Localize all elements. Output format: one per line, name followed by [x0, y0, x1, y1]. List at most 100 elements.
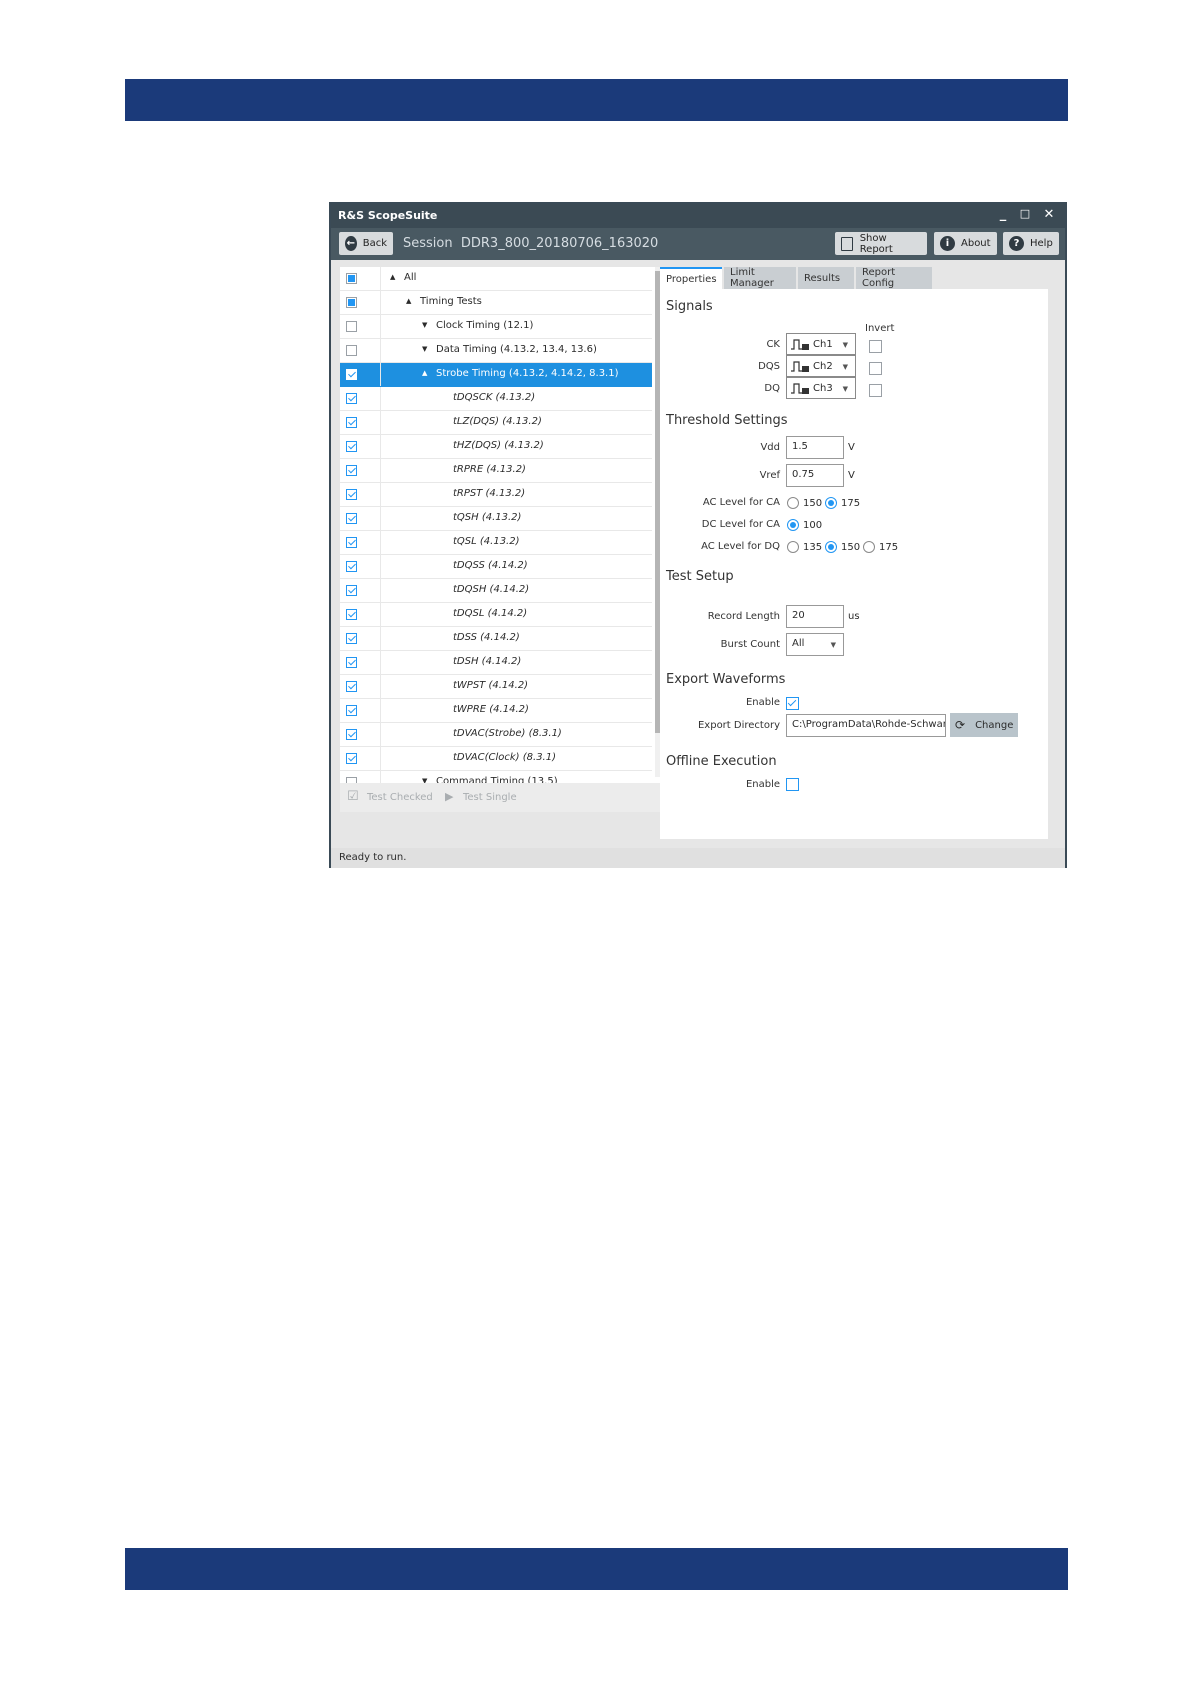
help-button[interactable]: ? Help	[1003, 232, 1059, 255]
ac-ca-label: AC Level for CA	[702, 497, 780, 508]
chevron-down-icon: ▼	[830, 641, 836, 649]
tree-row[interactable]: tRPST (4.13.2)	[340, 483, 652, 507]
tree-row[interactable]: tLZ(DQS) (4.13.2)	[340, 411, 652, 435]
tab-limit-manager[interactable]: Limit Manager	[724, 267, 796, 289]
expand-arrow-icon[interactable]: ▼	[422, 321, 427, 329]
export-enable-label: Enable	[745, 697, 780, 708]
tree-row-checkbox[interactable]	[346, 681, 357, 692]
export-enable-checkbox[interactable]	[786, 697, 799, 710]
tree-row-checkbox[interactable]	[346, 537, 357, 548]
tree-row[interactable]: tDSS (4.14.2)	[340, 627, 652, 651]
expand-arrow-icon[interactable]: ▼	[422, 345, 427, 353]
tree-row-checkbox[interactable]	[346, 273, 357, 284]
burst-count-value: All	[792, 638, 805, 649]
dc-ca-100-radio[interactable]	[787, 519, 799, 531]
tree-row[interactable]: tDVAC(Clock) (8.3.1)	[340, 747, 652, 771]
tree-row[interactable]: ▲ Strobe Timing (4.13.2, 4.14.2, 8.3.1)	[340, 363, 652, 387]
tree-row[interactable]: tDSH (4.14.2)	[340, 651, 652, 675]
tab-properties[interactable]: Properties	[660, 267, 722, 289]
tree-row-checkbox[interactable]	[346, 417, 357, 428]
dq-invert-checkbox[interactable]	[869, 384, 882, 397]
tree-row-checkbox[interactable]	[346, 441, 357, 452]
dq-label: DQ	[764, 383, 780, 394]
tree-row-checkbox[interactable]	[346, 657, 357, 668]
back-button[interactable]: ← Back	[339, 232, 393, 255]
minimize-button[interactable]: _	[995, 207, 1011, 222]
tree-row[interactable]: tDQSCK (4.13.2)	[340, 387, 652, 411]
test-single-button[interactable]: Test Single	[463, 792, 517, 803]
help-icon: ?	[1009, 236, 1024, 251]
tab-report-config[interactable]: Report Config	[856, 267, 932, 289]
tree-row[interactable]: tWPRE (4.14.2)	[340, 699, 652, 723]
tree-row-checkbox[interactable]	[346, 513, 357, 524]
tree-row[interactable]: ▲ All	[340, 267, 652, 291]
show-report-button[interactable]: Show Report	[835, 232, 927, 255]
tree-row-checkbox[interactable]	[346, 369, 357, 380]
tree-row-checkbox[interactable]	[346, 489, 357, 500]
about-button[interactable]: i About	[934, 232, 997, 255]
ac-dq-135-radio[interactable]	[787, 541, 799, 553]
ck-channel-select[interactable]: Ch1 ▼	[786, 333, 856, 355]
tree-row[interactable]: ▼ Clock Timing (12.1)	[340, 315, 652, 339]
tree-row[interactable]: tRPRE (4.13.2)	[340, 459, 652, 483]
offline-enable-checkbox[interactable]	[786, 778, 799, 791]
tree-row[interactable]: tDQSS (4.14.2)	[340, 555, 652, 579]
tree-row-checkbox[interactable]	[346, 561, 357, 572]
burst-count-select[interactable]: All ▼	[786, 633, 844, 656]
window-title: R&S ScopeSuite	[338, 209, 438, 222]
change-directory-button[interactable]: ⟳ Change	[950, 713, 1018, 737]
tree-row-checkbox[interactable]	[346, 465, 357, 476]
session-label: Session	[403, 236, 453, 251]
tree-row-checkbox[interactable]	[346, 345, 357, 356]
tree-row-checkbox[interactable]	[346, 585, 357, 596]
tree-row-checkbox[interactable]	[346, 609, 357, 620]
ac-dq-150-label: 150	[841, 542, 861, 553]
dqs-invert-checkbox[interactable]	[869, 362, 882, 375]
tree-row-checkbox[interactable]	[346, 393, 357, 404]
ac-ca-175-radio[interactable]	[825, 497, 837, 509]
offline-execution-heading: Offline Execution	[666, 754, 777, 769]
tree-row-label: tDSH (4.14.2)	[453, 656, 522, 667]
maximize-button[interactable]: □	[1017, 207, 1033, 220]
tree-row[interactable]: tDQSH (4.14.2)	[340, 579, 652, 603]
ac-ca-150-radio[interactable]	[787, 497, 799, 509]
tree-row-checkbox[interactable]	[346, 729, 357, 740]
tree-row-label: tQSL (4.13.2)	[453, 536, 520, 547]
vref-input[interactable]: 0.75	[786, 464, 844, 487]
dq-channel-select[interactable]: Ch3 ▼	[786, 377, 856, 399]
vdd-input[interactable]: 1.5	[786, 436, 844, 459]
collapse-arrow-icon[interactable]: ▲	[406, 297, 411, 305]
tree-row-checkbox[interactable]	[346, 753, 357, 764]
report-icon	[841, 236, 853, 251]
ac-dq-175-radio[interactable]	[863, 541, 875, 553]
close-button[interactable]: ✕	[1041, 207, 1057, 222]
tree-row[interactable]: tQSL (4.13.2)	[340, 531, 652, 555]
tree-row[interactable]: tQSH (4.13.2)	[340, 507, 652, 531]
tree-row[interactable]: tHZ(DQS) (4.13.2)	[340, 435, 652, 459]
tree-row-checkbox[interactable]	[346, 297, 357, 308]
waveform-icon	[791, 383, 809, 394]
tab-results[interactable]: Results	[798, 267, 854, 289]
column-divider	[380, 747, 381, 770]
collapse-arrow-icon[interactable]: ▲	[390, 273, 395, 281]
tree-row[interactable]: tWPST (4.14.2)	[340, 675, 652, 699]
dqs-channel-value: Ch2	[813, 361, 833, 372]
about-label: About	[961, 238, 991, 249]
tree-row-checkbox[interactable]	[346, 633, 357, 644]
collapse-arrow-icon[interactable]: ▲	[422, 369, 427, 377]
ck-invert-checkbox[interactable]	[869, 340, 882, 353]
tree-row[interactable]: tDVAC(Strobe) (8.3.1)	[340, 723, 652, 747]
tree-row-checkbox[interactable]	[346, 705, 357, 716]
ac-dq-150-radio[interactable]	[825, 541, 837, 553]
ac-dq-label: AC Level for DQ	[701, 541, 780, 552]
tree-row[interactable]: ▼ Data Timing (4.13.2, 13.4, 13.6)	[340, 339, 652, 363]
export-directory-input[interactable]: C:\ProgramData\Rohde-Schwarz\R	[786, 714, 946, 737]
tree-row-label: tDQSCK (4.13.2)	[453, 392, 536, 403]
tree-row-checkbox[interactable]	[346, 321, 357, 332]
record-length-label: Record Length	[707, 611, 780, 622]
dqs-channel-select[interactable]: Ch2 ▼	[786, 355, 856, 377]
record-length-input[interactable]: 20	[786, 605, 844, 628]
test-checked-button[interactable]: Test Checked	[367, 792, 433, 803]
tree-row[interactable]: ▲ Timing Tests	[340, 291, 652, 315]
tree-row[interactable]: tDQSL (4.14.2)	[340, 603, 652, 627]
